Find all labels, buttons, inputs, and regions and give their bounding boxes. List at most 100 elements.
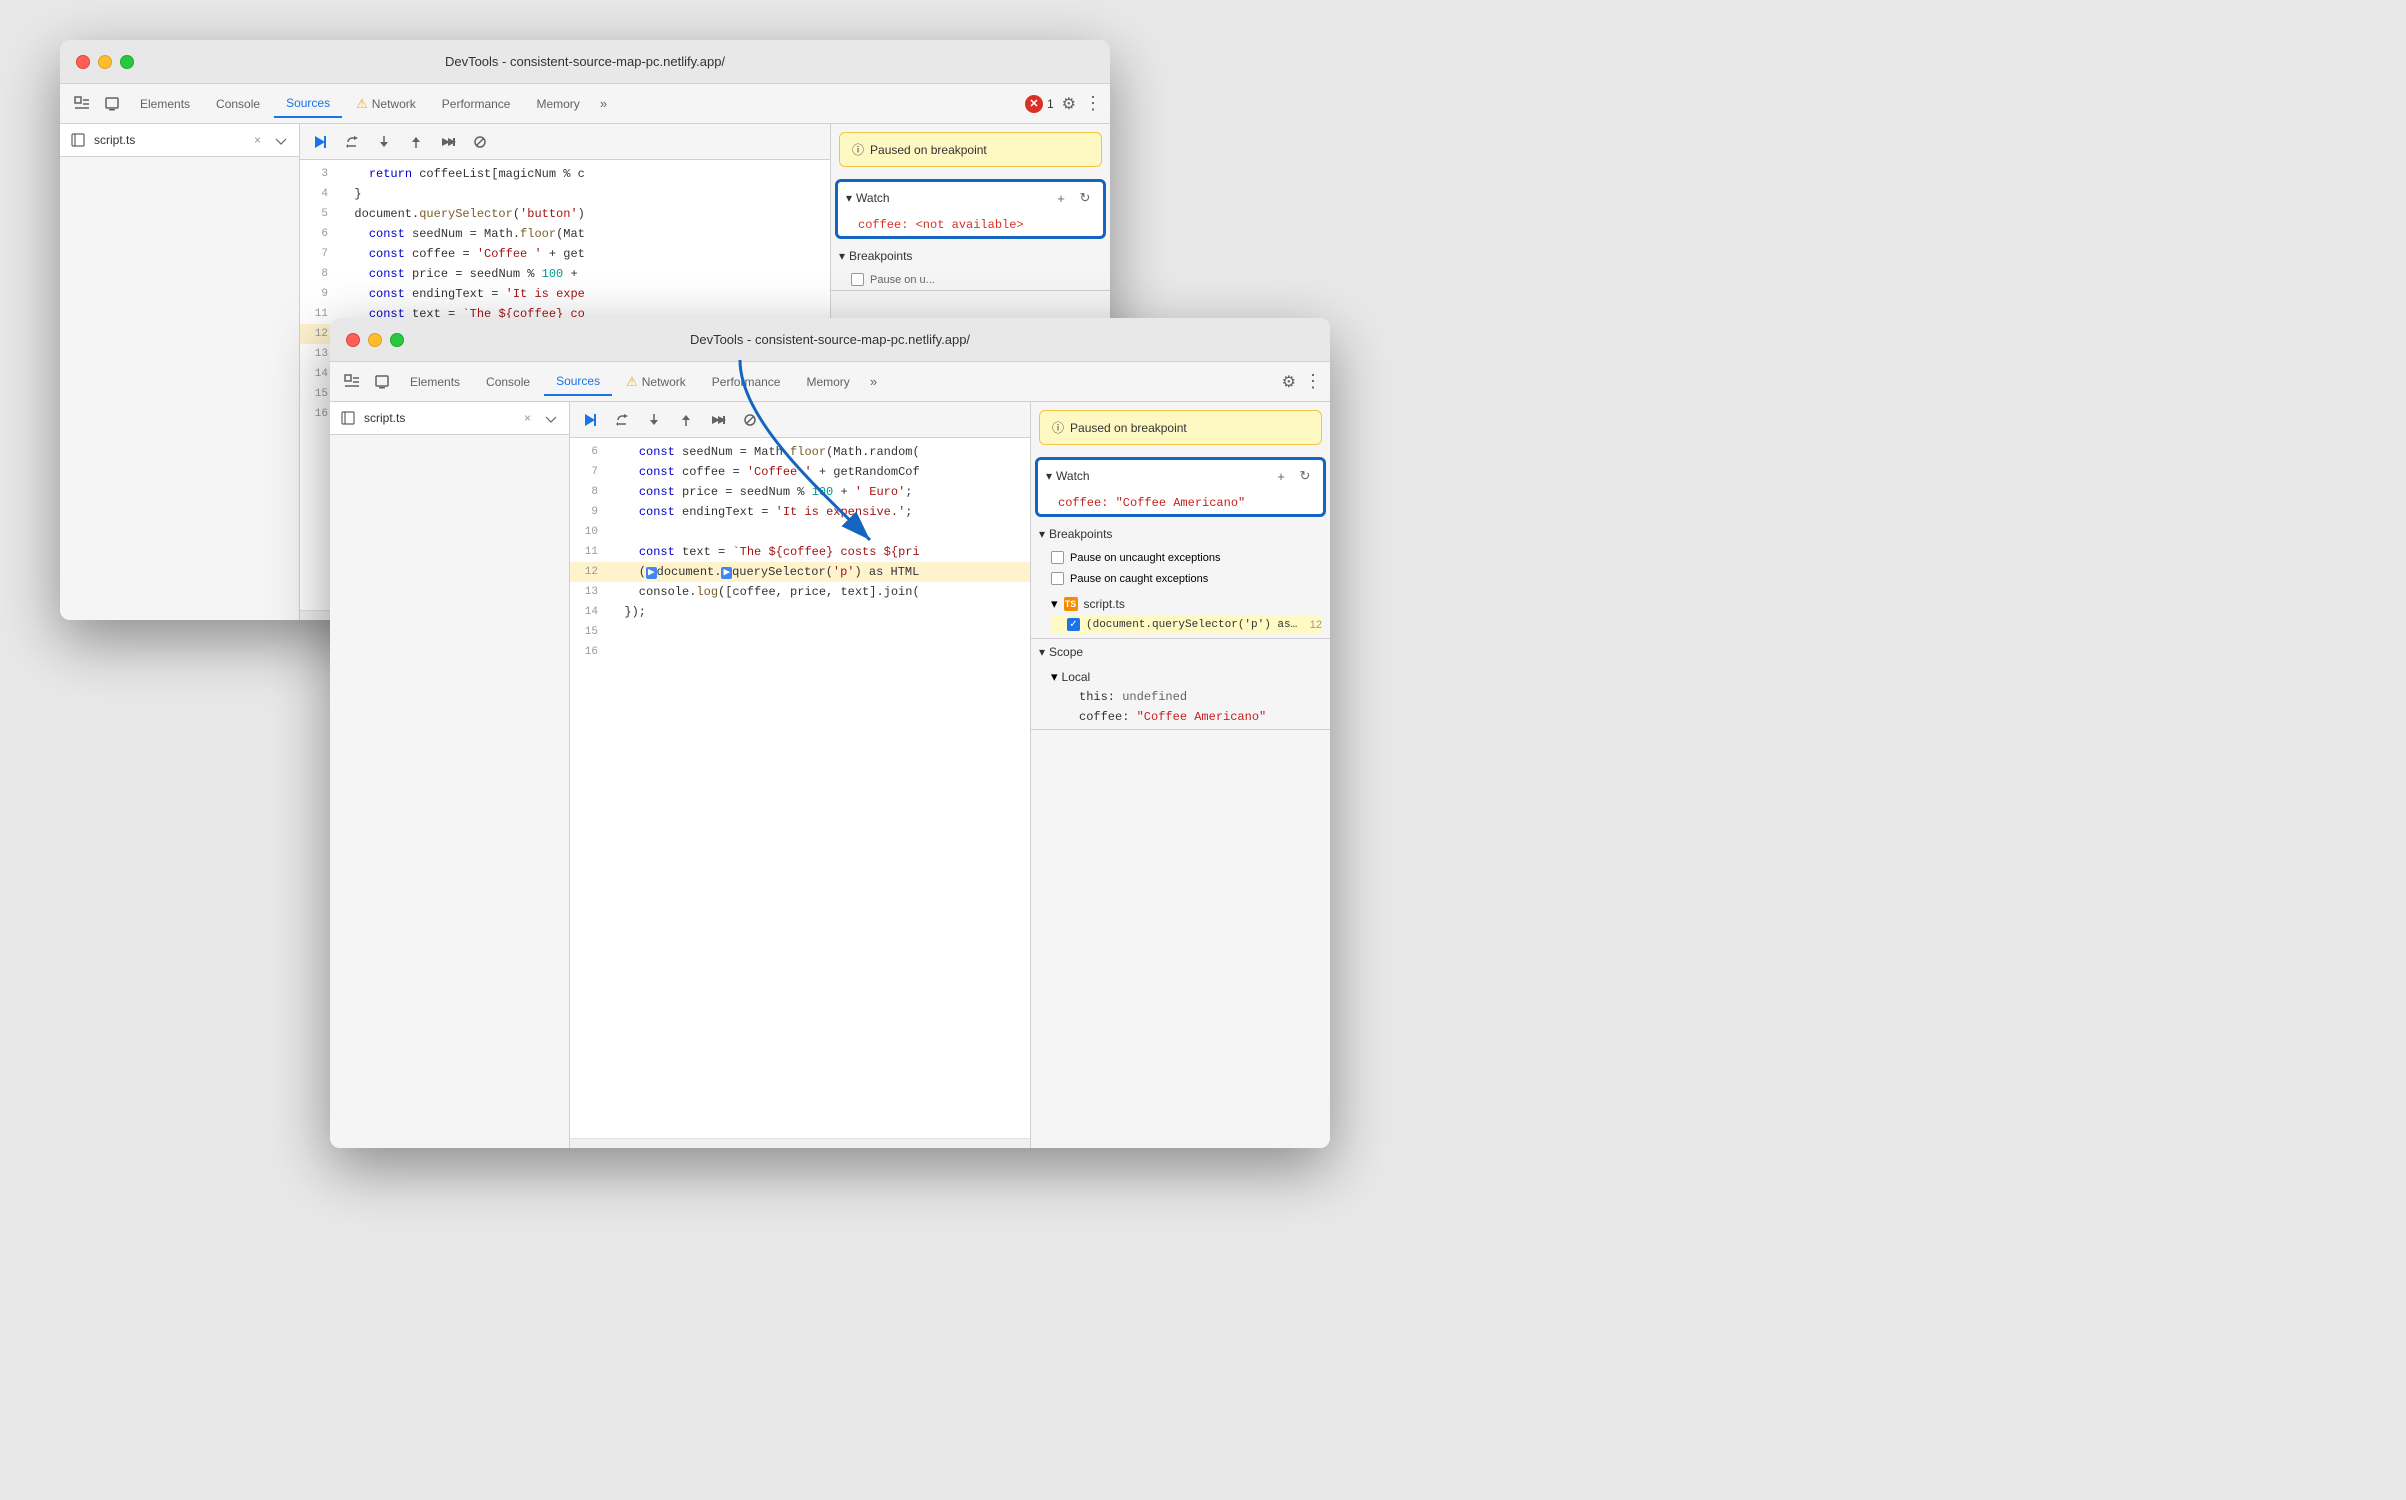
- expand-source-icon-1[interactable]: [271, 130, 291, 150]
- pause-uncaught-checkbox-2[interactable]: [1051, 551, 1064, 564]
- watch-actions-2: + ↻: [1271, 466, 1315, 486]
- step-over-btn-2[interactable]: [610, 408, 634, 432]
- watch-add-btn-1[interactable]: +: [1051, 188, 1071, 208]
- tab-elements-1[interactable]: Elements: [128, 91, 202, 117]
- step-out-btn-1[interactable]: [404, 130, 428, 154]
- code-line-9: 9 const endingText = 'It is expe: [300, 284, 830, 304]
- step-into-btn-1[interactable]: [372, 130, 396, 154]
- tab-console-2[interactable]: Console: [474, 369, 542, 395]
- watch-item-1: coffee: <not available>: [838, 214, 1103, 236]
- watch-header-1[interactable]: ▾ Watch + ↻: [838, 182, 1103, 214]
- paused-notification-1: ⓘ Paused on breakpoint: [839, 132, 1102, 167]
- watch-section-1: ▾ Watch + ↻ coffee: <not available>: [835, 179, 1106, 239]
- close-file-icon-1[interactable]: ×: [254, 133, 261, 147]
- tab-memory-2[interactable]: Memory: [794, 369, 861, 395]
- breakpoints-header-2[interactable]: ▾ Breakpoints: [1031, 521, 1330, 547]
- tab-network-2[interactable]: ⚠ Network: [614, 368, 698, 396]
- device-icon-2[interactable]: [368, 368, 396, 396]
- tab-sources-1[interactable]: Sources: [274, 90, 342, 118]
- paused-text-2: Paused on breakpoint: [1070, 421, 1187, 435]
- device-icon[interactable]: [98, 90, 126, 118]
- minimize-button-2[interactable]: [368, 333, 382, 347]
- step-btn-2[interactable]: [706, 408, 730, 432]
- watch-header-2[interactable]: ▾ Watch + ↻: [1038, 460, 1323, 492]
- step-out-btn-2[interactable]: [674, 408, 698, 432]
- filename-2: script.ts: [364, 411, 405, 425]
- tab-elements-2[interactable]: Elements: [398, 369, 472, 395]
- paused-notification-2: ⓘ Paused on breakpoint: [1039, 410, 1322, 445]
- resume-btn-1[interactable]: [308, 130, 332, 154]
- maximize-button-2[interactable]: [390, 333, 404, 347]
- file-tab-1[interactable]: script.ts ×: [60, 124, 299, 157]
- script-file-icon-2: TS: [1064, 597, 1078, 611]
- watch-item-value-1: coffee: <not available>: [858, 218, 1024, 232]
- scope-label-2: Scope: [1049, 645, 1083, 659]
- sources-sidebar-1: script.ts ×: [60, 124, 300, 620]
- toggle-sidebar-icon-1[interactable]: [68, 130, 88, 150]
- pause-uncaught-1: Pause on u...: [831, 269, 1110, 290]
- deactivate-btn-2[interactable]: [738, 408, 762, 432]
- tab-performance-1[interactable]: Performance: [430, 91, 523, 117]
- watch-section-2: ▾ Watch + ↻ coffee: "Coffee Americano": [1035, 457, 1326, 517]
- inspect-icon-2[interactable]: [338, 368, 366, 396]
- deactivate-btn-1[interactable]: [468, 130, 492, 154]
- file-tab-2[interactable]: script.ts ×: [330, 402, 569, 435]
- settings-icon-1[interactable]: ⚙: [1062, 94, 1076, 114]
- sources-main-2: 6 const seedNum = Math.floor(Math.random…: [570, 402, 1030, 1148]
- scope-chevron-2: ▾: [1039, 645, 1045, 659]
- toggle-sidebar-icon-2[interactable]: [338, 408, 358, 428]
- breakpoints-chevron-2: ▾: [1039, 527, 1045, 541]
- right-panel-2: ⓘ Paused on breakpoint ▾ Watch + ↻ coffe…: [1030, 402, 1330, 1148]
- horizontal-scrollbar-2[interactable]: [570, 1138, 1030, 1148]
- titlebar-1: DevTools - consistent-source-map-pc.netl…: [60, 40, 1110, 84]
- close-button-2[interactable]: [346, 333, 360, 347]
- resume-btn-2[interactable]: [578, 408, 602, 432]
- debugger-toolbar-2: [570, 402, 1030, 438]
- pause-uncaught-checkbox-1[interactable]: [851, 273, 864, 286]
- bp-line-checkbox-2[interactable]: ✓: [1067, 618, 1080, 631]
- watch-chevron-1: ▾: [846, 191, 852, 205]
- more-tabs-1[interactable]: »: [594, 92, 613, 115]
- breakpoints-header-1[interactable]: ▾ Breakpoints: [831, 243, 1110, 269]
- more-tabs-2[interactable]: »: [864, 370, 883, 393]
- pause-uncaught-2: Pause on uncaught exceptions: [1031, 547, 1330, 568]
- step-into-btn-2[interactable]: [642, 408, 666, 432]
- more-icon-2[interactable]: ⋮: [1304, 371, 1322, 392]
- tab-performance-2[interactable]: Performance: [700, 369, 793, 395]
- tab-memory-1[interactable]: Memory: [524, 91, 591, 117]
- step-btn-1[interactable]: [436, 130, 460, 154]
- watch-chevron-2: ▾: [1046, 469, 1052, 483]
- code-editor-2: 6 const seedNum = Math.floor(Math.random…: [570, 438, 1030, 1138]
- tab-network-1[interactable]: ⚠ Network: [344, 90, 428, 118]
- step-over-btn-1[interactable]: [340, 130, 364, 154]
- watch-refresh-btn-1[interactable]: ↻: [1075, 188, 1095, 208]
- expand-source-icon-2[interactable]: [541, 408, 561, 428]
- code-line-5: 5 document.querySelector('button'): [300, 204, 830, 224]
- scope-header-2[interactable]: ▾ Scope: [1031, 639, 1330, 665]
- tab-console-1[interactable]: Console: [204, 91, 272, 117]
- watch-add-btn-2[interactable]: +: [1271, 466, 1291, 486]
- close-file-icon-2[interactable]: ×: [524, 411, 531, 425]
- watch-label-2: Watch: [1056, 469, 1090, 483]
- more-icon-1[interactable]: ⋮: [1084, 93, 1102, 114]
- close-button-1[interactable]: [76, 55, 90, 69]
- sources-sidebar-2: script.ts ×: [330, 402, 570, 1148]
- watch-refresh-btn-2[interactable]: ↻: [1295, 466, 1315, 486]
- scope-coffee-key-2: coffee:: [1079, 710, 1137, 724]
- traffic-lights-1: [76, 55, 134, 69]
- code-line-2-10: 10: [570, 522, 1030, 542]
- local-scope-2: ▾ Local this: undefined coffee: "Coffee …: [1031, 665, 1330, 729]
- minimize-button-1[interactable]: [98, 55, 112, 69]
- window-title-1: DevTools - consistent-source-map-pc.netl…: [445, 54, 725, 69]
- info-icon-2: ⓘ: [1052, 419, 1064, 436]
- settings-icon-2[interactable]: ⚙: [1282, 372, 1296, 392]
- pause-caught-checkbox-2[interactable]: [1051, 572, 1064, 585]
- maximize-button-1[interactable]: [120, 55, 134, 69]
- inspect-icon[interactable]: [68, 90, 96, 118]
- tab-sources-2[interactable]: Sources: [544, 368, 612, 396]
- code-line-2-8: 8 const price = seedNum % 100 + ' Euro';: [570, 482, 1030, 502]
- pause-caught-label-2: Pause on caught exceptions: [1070, 573, 1208, 585]
- traffic-lights-2: [346, 333, 404, 347]
- local-chevron-2: ▾: [1051, 669, 1058, 685]
- breakpoints-script-chevron-2: ▾: [1051, 596, 1058, 612]
